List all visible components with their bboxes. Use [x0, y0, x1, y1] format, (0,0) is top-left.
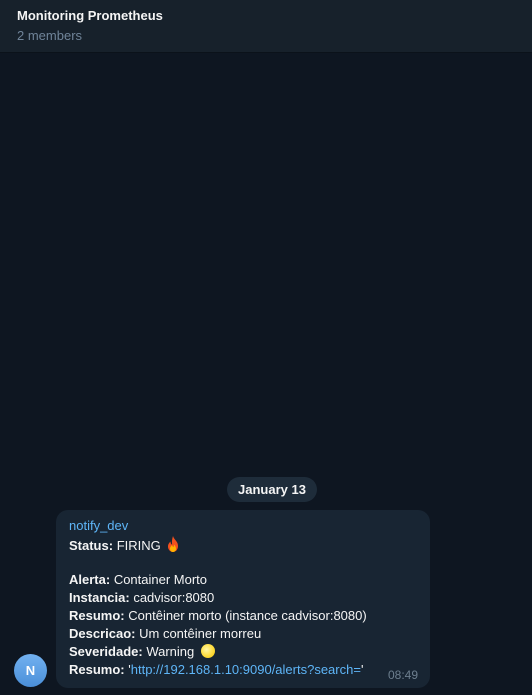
status-line: Status: FIRING [69, 536, 180, 553]
lightbulb-icon [200, 644, 215, 658]
alerta-label: Alerta: [69, 572, 111, 587]
chat-window: Monitoring Prometheus 2 members January … [0, 0, 532, 695]
resumo-line: Resumo: Contêiner morto (instance cadvis… [69, 608, 367, 623]
message-time: 08:49 [387, 668, 418, 682]
severidade-label: Severidade: [69, 644, 143, 659]
alerts-link[interactable]: http://192.168.1.10:9090/alerts?search= [131, 662, 361, 677]
alerta-value: Container Morto [113, 572, 208, 587]
chat-header[interactable]: Monitoring Prometheus 2 members [0, 0, 532, 53]
resumo-value: Contêiner morto (instance cadvisor:8080) [128, 608, 367, 623]
instancia-value: cadvisor:8080 [133, 590, 215, 605]
severidade-line: Severidade: Warning [69, 644, 215, 659]
instancia-line: Instancia: cadvisor:8080 [69, 590, 214, 605]
member-count: 2 members [17, 28, 83, 43]
descricao-label: Descricao: [69, 626, 136, 641]
avatar[interactable]: N [14, 654, 47, 687]
chat-title[interactable]: Monitoring Prometheus [17, 8, 163, 23]
severidade-value: Warning [146, 644, 195, 659]
alerta-line: Alerta: Container Morto [69, 572, 207, 587]
resumo2-label: Resumo: [69, 662, 125, 677]
message-bubble[interactable]: notify_dev Status: FIRING Alerta: Contai… [56, 510, 430, 688]
date-separator: January 13 [227, 477, 317, 502]
status-label: Status: [69, 538, 114, 553]
descricao-value: Um contêiner morreu [139, 626, 262, 641]
resumo-label: Resumo: [69, 608, 125, 623]
instancia-label: Instancia: [69, 590, 130, 605]
descricao-line: Descricao: Um contêiner morreu [69, 626, 261, 641]
message-sender[interactable]: notify_dev [69, 518, 128, 533]
quote-close: ' [360, 662, 364, 677]
fire-icon [168, 536, 179, 552]
status-value: FIRING [116, 538, 161, 553]
resumo-link-line: Resumo: 'http://192.168.1.10:9090/alerts… [69, 662, 363, 677]
